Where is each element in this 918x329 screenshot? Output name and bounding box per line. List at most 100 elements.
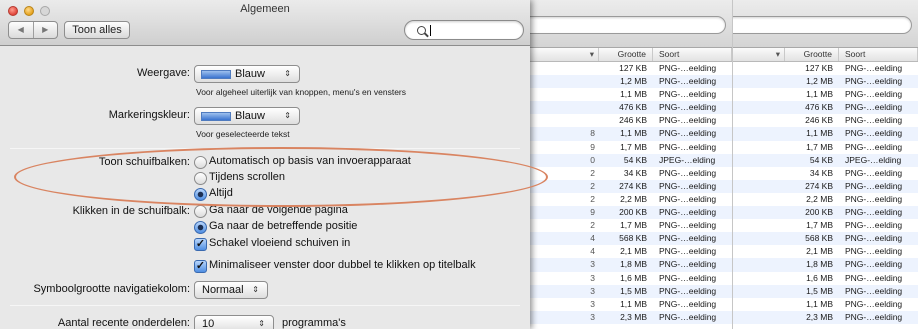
color-swatch-icon <box>201 70 231 79</box>
file-size-cell: 1,5 MB <box>620 285 647 296</box>
table-row[interactable]: 1,7 MB PNG-…eelding <box>733 219 918 232</box>
table-row[interactable]: 246 KB PNG-…eelding <box>521 114 732 127</box>
file-size-cell: 1,1 MB <box>806 128 833 139</box>
appearance-label: Weergave: <box>137 67 190 79</box>
table-row[interactable]: 54 KB JPEG-…elding <box>733 153 918 167</box>
double-click-minimize-checkbox[interactable]: ✓ <box>194 260 207 273</box>
table-row[interactable]: 3 1,8 MB PNG-…eelding <box>521 258 732 272</box>
file-size-cell: 1,1 MB <box>806 298 833 309</box>
table-row[interactable]: 3 1,1 MB PNG-…eelding <box>521 298 732 311</box>
file-kind-cell: PNG-…eelding <box>659 115 717 126</box>
table-row[interactable]: 2 34 KB PNG-…eelding <box>521 167 732 180</box>
file-size-cell: 568 KB <box>805 233 833 244</box>
appearance-popup[interactable]: Blauw ⇕ <box>194 65 300 83</box>
table-row[interactable]: 2,2 MB PNG-…eelding <box>733 193 918 206</box>
table-row[interactable]: 4 2,1 MB PNG-…eelding <box>521 245 732 258</box>
double-click-minimize-label[interactable]: Minimaliseer venster door dubbel te klik… <box>209 259 476 271</box>
column-name-header[interactable]: ▾ <box>521 48 599 61</box>
column-kind-header[interactable]: Soort <box>839 48 918 61</box>
table-row[interactable]: 1,5 MB PNG-…eelding <box>733 284 918 298</box>
scrollbar-click-label: Klikken in de schuifbalk: <box>72 205 190 217</box>
smooth-scrolling-checkbox[interactable]: ✓ <box>194 238 207 251</box>
show-all-button[interactable]: Toon alles <box>64 21 130 39</box>
recent-items-label: Aantal recente onderdelen: <box>57 317 190 329</box>
table-row[interactable]: 127 KB PNG-…eelding <box>733 62 918 75</box>
file-size-cell: 274 KB <box>805 180 833 191</box>
file-name-cell: 0 <box>590 154 595 165</box>
table-row[interactable]: 8 1,1 MB PNG-…eelding <box>521 127 732 141</box>
file-kind-cell: PNG-…eelding <box>659 102 717 113</box>
file-size-cell: 1,8 MB <box>620 259 647 270</box>
column-kind-header[interactable]: Soort <box>653 48 732 61</box>
finder-search-field[interactable] <box>521 16 726 34</box>
table-row[interactable]: 274 KB PNG-…eelding <box>733 179 918 193</box>
file-name-cell <box>733 75 785 88</box>
column-size-header[interactable]: Grootte <box>599 48 653 61</box>
table-row[interactable]: 246 KB PNG-…eelding <box>733 114 918 127</box>
table-row[interactable]: 200 KB PNG-…eelding <box>733 206 918 220</box>
smooth-scrolling-label[interactable]: Schakel vloeiend schuiven in <box>209 237 350 249</box>
file-kind-cell: PNG-…eelding <box>659 220 717 231</box>
file-name-cell: 2 <box>590 220 595 231</box>
finder-column-header: ▾ Grootte Soort <box>733 48 918 62</box>
table-row[interactable]: 4 568 KB PNG-…eelding <box>521 232 732 246</box>
table-row[interactable]: 2,1 MB PNG-…eelding <box>733 245 918 258</box>
column-name-header[interactable]: ▾ <box>733 48 785 61</box>
search-input[interactable] <box>404 20 524 40</box>
popup-arrows-icon: ⇕ <box>258 319 265 328</box>
file-size-cell: 2,2 MB <box>620 193 647 204</box>
popup-arrows-icon: ⇕ <box>284 69 291 78</box>
recent-items-popup[interactable]: 10 ⇕ <box>194 315 274 329</box>
table-row[interactable]: 568 KB PNG-…eelding <box>733 232 918 246</box>
table-row[interactable]: 1,6 MB PNG-…eelding <box>733 272 918 285</box>
file-size-cell: 476 KB <box>619 102 647 113</box>
table-row[interactable]: 1,8 MB PNG-…eelding <box>733 258 918 272</box>
file-size-cell: 568 KB <box>619 233 647 244</box>
table-row[interactable]: 0 54 KB JPEG-…elding <box>521 153 732 167</box>
back-arrow-icon[interactable]: ◀ <box>9 22 33 38</box>
file-name-cell <box>733 258 785 271</box>
finder-search-field[interactable] <box>733 16 912 34</box>
table-row[interactable]: 3 1,6 MB PNG-…eelding <box>521 272 732 285</box>
file-kind-cell: PNG-…eelding <box>659 207 717 218</box>
table-row[interactable]: 476 KB PNG-…eelding <box>733 101 918 115</box>
table-row[interactable]: 2 1,7 MB PNG-…eelding <box>521 219 732 232</box>
file-size-cell: 54 KB <box>623 154 647 165</box>
table-row[interactable]: 1,7 MB PNG-…eelding <box>733 141 918 154</box>
table-row[interactable]: 1,1 MB PNG-…eelding <box>521 88 732 101</box>
table-row[interactable]: 2,3 MB PNG-…eelding <box>733 310 918 324</box>
jump-next-page-radio[interactable] <box>194 205 207 218</box>
file-size-cell: 1,1 MB <box>620 298 647 309</box>
file-name-cell: 2 <box>590 193 595 204</box>
file-size-cell: 1,2 MB <box>806 76 833 87</box>
file-kind-cell: PNG-…eelding <box>659 285 717 296</box>
file-kind-cell: PNG-…eelding <box>659 233 717 244</box>
highlight-color-popup[interactable]: Blauw ⇕ <box>194 107 300 125</box>
table-row[interactable]: 1,1 MB PNG-…eelding <box>733 127 918 141</box>
finder-file-list: 127 KB PNG-…eelding 1,2 MB PNG-…eelding 1,1 … <box>733 62 918 324</box>
table-row[interactable]: 34 KB PNG-…eelding <box>733 167 918 180</box>
table-row[interactable]: 1,1 MB PNG-…eelding <box>733 298 918 311</box>
file-size-cell: 1,1 MB <box>806 89 833 100</box>
table-row[interactable]: 1,2 MB PNG-…eelding <box>733 75 918 89</box>
jump-to-spot-radio[interactable] <box>194 221 207 234</box>
sidebar-icon-size-popup[interactable]: Normaal ⇕ <box>194 281 268 299</box>
table-row[interactable]: 1,2 MB PNG-…eelding <box>521 75 732 89</box>
file-name-cell <box>521 75 599 88</box>
file-size-cell: 2,3 MB <box>806 311 833 322</box>
table-row[interactable]: 1,1 MB PNG-…eelding <box>733 88 918 101</box>
table-row[interactable]: 2 274 KB PNG-…eelding <box>521 179 732 193</box>
file-size-cell: 34 KB <box>809 167 833 178</box>
table-row[interactable]: 9 200 KB PNG-…eelding <box>521 206 732 220</box>
table-row[interactable]: 2 2,2 MB PNG-…eelding <box>521 193 732 206</box>
table-row[interactable]: 3 1,5 MB PNG-…eelding <box>521 284 732 298</box>
table-row[interactable]: 476 KB PNG-…eelding <box>521 101 732 115</box>
file-kind-cell: PNG-…eelding <box>845 180 903 191</box>
column-size-header[interactable]: Grootte <box>785 48 839 61</box>
table-row[interactable]: 127 KB PNG-…eelding <box>521 62 732 75</box>
table-row[interactable]: 3 2,3 MB PNG-…eelding <box>521 310 732 324</box>
file-name-cell: 4 <box>590 246 595 257</box>
forward-arrow-icon[interactable]: ▶ <box>32 22 58 38</box>
table-row[interactable]: 9 1,7 MB PNG-…eelding <box>521 141 732 154</box>
jump-to-spot-label[interactable]: Ga naar de betreffende positie <box>209 220 357 232</box>
